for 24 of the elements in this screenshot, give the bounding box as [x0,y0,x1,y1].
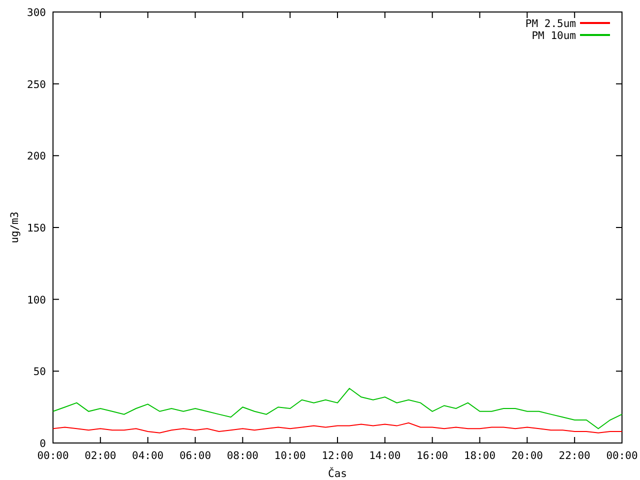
x-tick-label: 12:00 [322,450,354,462]
x-tick-label: 00:00 [606,450,638,462]
x-tick-label: 00:00 [37,450,69,462]
x-axis-label: Čas [328,468,347,480]
y-tick-label: 150 [27,222,46,234]
y-tick-label: 200 [27,150,46,163]
y-tick-label: 100 [27,294,46,306]
x-tick-label: 16:00 [416,450,448,462]
x-tick-label: 06:00 [179,450,212,462]
legend-label: PM 10um [532,30,576,42]
x-tick-label: 10:00 [274,450,306,462]
y-tick-label: 50 [33,366,46,378]
x-tick-label: 20:00 [511,450,543,462]
x-tick-label: 18:00 [464,450,496,462]
y-tick-label: 250 [27,78,46,91]
y-tick-label: 0 [40,438,46,450]
y-tick-label: 300 [27,7,46,19]
legend-label: PM 2.5um [525,18,576,30]
x-tick-label: 04:00 [132,450,164,462]
x-tick-label: 02:00 [84,450,116,462]
x-tick-label: 08:00 [226,450,258,462]
x-tick-label: 22:00 [558,450,590,462]
x-tick-label: 14:00 [369,450,401,462]
y-axis-label: ug/m3 [9,212,21,244]
